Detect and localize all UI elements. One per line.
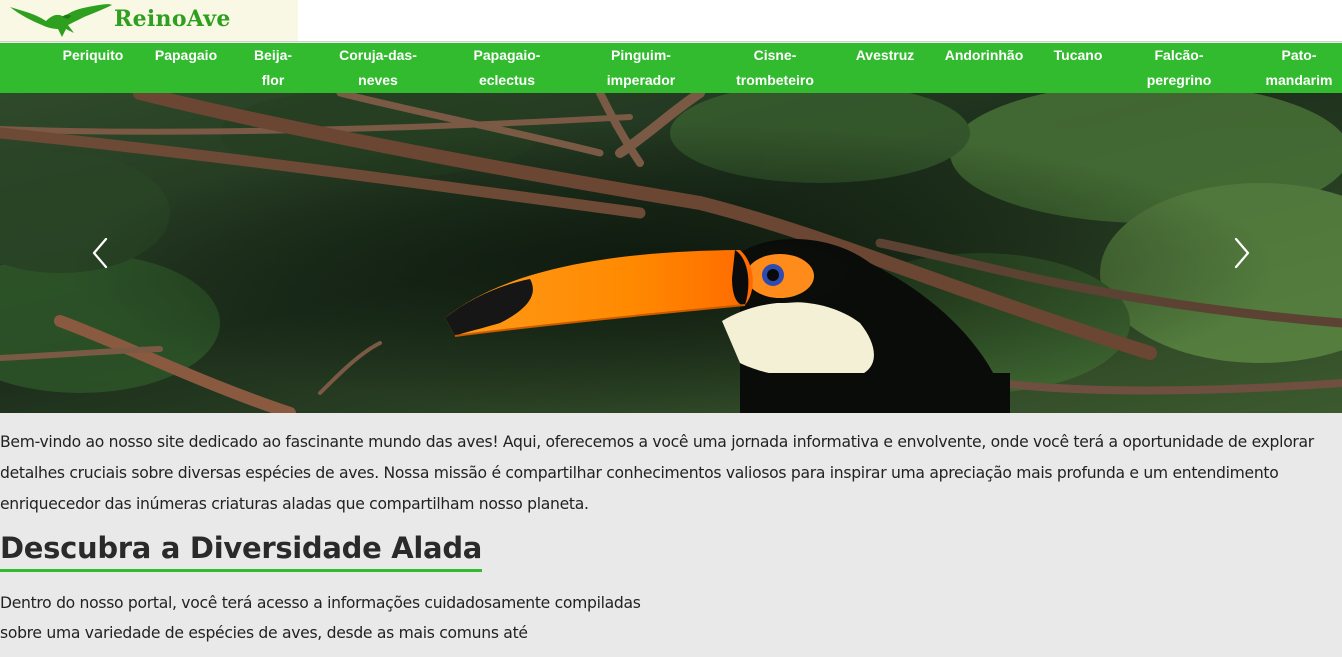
nav-item-andorinhao[interactable]: Andorinhão [936, 43, 1032, 93]
nav-item-beija-flor[interactable]: Beija- flor [240, 43, 306, 93]
nav-item-label: Pinguim- imperador [606, 47, 676, 88]
nav-item-coruja-das-neves[interactable]: Coruja-das- neves [325, 43, 431, 93]
nav-item-label: Beija- flor [253, 47, 293, 88]
species-nav: Periquito Papagaio Beija- flor Coruja-da… [0, 43, 1342, 93]
nav-item-label: Cisne- trombeteiro [736, 47, 814, 88]
nav-item-pato-mandarim[interactable]: Pato- mandarim [1256, 43, 1342, 93]
chevron-left-icon[interactable] [88, 235, 114, 271]
eagle-icon [10, 4, 112, 37]
nav-item-label: Papagaio- eclectus [473, 47, 541, 88]
nav-item-label: Andorinhão [944, 47, 1024, 63]
nav-item-label: Falcão- peregrino [1146, 47, 1212, 88]
nav-item-papagaio[interactable]: Papagaio [145, 43, 227, 93]
section-title: Descubra a Diversidade Alada [0, 529, 482, 572]
nav-item-periquito[interactable]: Periquito [52, 43, 134, 93]
nav-item-label: Avestruz [855, 47, 915, 63]
brand-name: ReinoAve [114, 6, 231, 32]
nav-item-papagaio-eclectus[interactable]: Papagaio- eclectus [460, 43, 554, 93]
site-logo[interactable]: ReinoAve [0, 0, 298, 41]
hero-carousel [0, 93, 1342, 413]
nav-item-label: Tucano [1053, 47, 1103, 63]
nav-item-pinguim-imperador[interactable]: Pinguim- imperador [590, 43, 692, 93]
nav-item-label: Papagaio [154, 47, 218, 63]
section-paragraph: Dentro do nosso portal, você terá acesso… [0, 594, 641, 642]
nav-item-label: Coruja-das- neves [339, 47, 417, 88]
nav-item-cisne-trombeteiro[interactable]: Cisne- trombeteiro [722, 43, 828, 93]
intro-paragraph: Bem-vindo ao nosso site dedicado ao fasc… [0, 433, 1314, 513]
nav-item-avestruz[interactable]: Avestruz [846, 43, 924, 93]
nav-item-label: Periquito [62, 47, 124, 63]
nav-item-falcao-peregrino[interactable]: Falcão- peregrino [1134, 43, 1224, 93]
nav-item-tucano[interactable]: Tucano [1044, 43, 1112, 93]
toucan-image [0, 93, 1342, 413]
chevron-right-icon[interactable] [1228, 235, 1254, 271]
nav-item-label: Pato- mandarim [1265, 47, 1333, 88]
site-header: ReinoAve [0, 0, 1342, 42]
